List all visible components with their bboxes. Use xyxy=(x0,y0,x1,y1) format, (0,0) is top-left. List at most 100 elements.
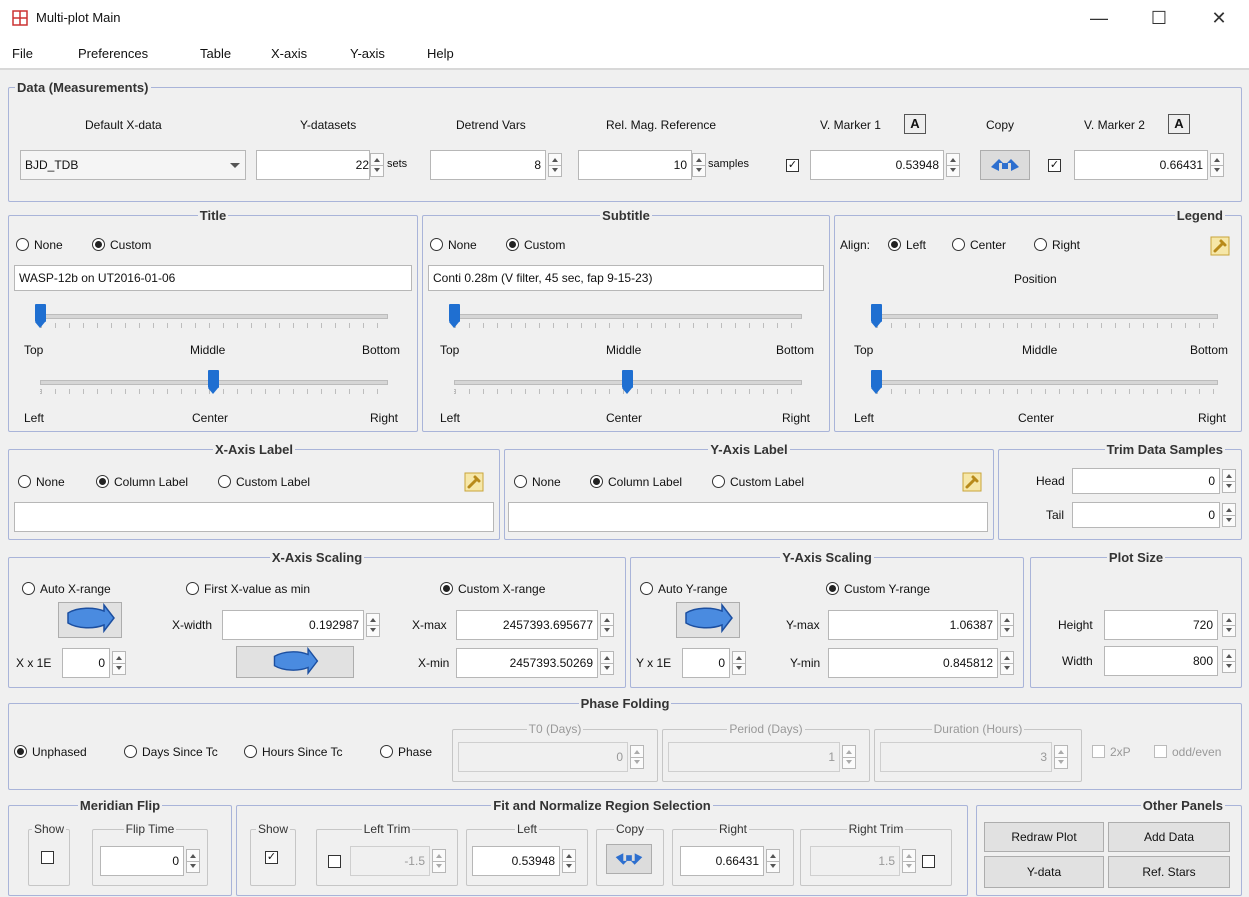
plot-height-spinner[interactable] xyxy=(1222,613,1236,637)
vmarker1-a-button[interactable]: A xyxy=(904,114,926,134)
y-datasets-field[interactable]: 22 xyxy=(256,150,370,180)
phase-phase-radio[interactable] xyxy=(380,745,393,758)
xaxis-first-radio[interactable] xyxy=(186,582,199,595)
vmarker1-checkbox[interactable]: ✓ xyxy=(786,159,799,172)
vmarker1-spinner[interactable] xyxy=(946,153,960,177)
vmarker2-field[interactable]: 0.66431 xyxy=(1074,150,1208,180)
meridian-fliptime-spinner[interactable] xyxy=(186,849,200,873)
phase-t0-field[interactable]: 0 xyxy=(458,742,628,772)
fit-show-checkbox[interactable]: ✓ xyxy=(265,851,278,864)
fit-righttrim-checkbox[interactable] xyxy=(922,855,935,868)
minimize-button[interactable]: — xyxy=(1076,4,1122,32)
plot-width-field[interactable]: 800 xyxy=(1104,646,1218,676)
xaxis-label-column-radio[interactable] xyxy=(96,475,109,488)
copy-markers-button[interactable] xyxy=(980,150,1030,180)
close-button[interactable]: ✕ xyxy=(1196,4,1242,32)
redraw-plot-button[interactable]: Redraw Plot xyxy=(984,822,1104,852)
phase-days-radio[interactable] xyxy=(124,745,137,758)
y-data-button[interactable]: Y-data xyxy=(984,856,1104,888)
trim-head-field[interactable]: 0 xyxy=(1072,468,1220,494)
phase-period-spinner[interactable] xyxy=(842,745,856,769)
phase-2xp-checkbox[interactable] xyxy=(1092,745,1105,758)
xaxis-xmin-field[interactable]: 2457393.50269 xyxy=(456,648,598,678)
meridian-show-checkbox[interactable] xyxy=(41,851,54,864)
plot-width-spinner[interactable] xyxy=(1222,649,1236,673)
phase-t0-spinner[interactable] xyxy=(630,745,644,769)
title-horizontal-slider-thumb[interactable] xyxy=(207,370,219,394)
xaxis-xwidth-spinner[interactable] xyxy=(366,613,380,637)
yaxis-auto-apply-button[interactable] xyxy=(676,602,740,638)
phase-hours-radio[interactable] xyxy=(244,745,257,758)
yaxis-ymin-spinner[interactable] xyxy=(1000,651,1014,675)
menu-preferences[interactable]: Preferences xyxy=(78,46,148,61)
vmarker2-spinner[interactable] xyxy=(1210,153,1224,177)
trim-head-spinner[interactable] xyxy=(1222,469,1236,493)
subtitle-custom-radio[interactable] xyxy=(506,238,519,251)
subtitle-vertical-slider-thumb[interactable] xyxy=(448,304,460,328)
vmarker2-checkbox[interactable]: ✓ xyxy=(1048,159,1061,172)
fit-copy-button[interactable] xyxy=(606,844,652,874)
legend-vertical-slider-thumb[interactable] xyxy=(870,304,882,328)
xaxis-label-none-radio[interactable] xyxy=(18,475,31,488)
detrend-field[interactable]: 8 xyxy=(430,150,546,180)
yaxis-yx1e-field[interactable]: 0 xyxy=(682,648,730,678)
phase-oddeven-checkbox[interactable] xyxy=(1154,745,1167,758)
title-none-radio[interactable] xyxy=(16,238,29,251)
xaxis-auto-apply-button[interactable] xyxy=(58,602,122,638)
fit-righttrim-field[interactable]: 1.5 xyxy=(810,846,900,876)
title-vertical-slider-thumb[interactable] xyxy=(34,304,46,328)
wrench-icon[interactable] xyxy=(1210,236,1230,256)
maximize-button[interactable]: ☐ xyxy=(1136,4,1182,32)
yaxis-ymin-field[interactable]: 0.845812 xyxy=(828,648,998,678)
y-datasets-spinner[interactable] xyxy=(370,153,384,177)
xaxis-xmax-field[interactable]: 2457393.695677 xyxy=(456,610,598,640)
detrend-spinner[interactable] xyxy=(548,153,562,177)
wrench-icon[interactable] xyxy=(464,472,484,492)
legend-horizontal-slider-thumb[interactable] xyxy=(870,370,882,394)
legend-align-right-radio[interactable] xyxy=(1034,238,1047,251)
yaxis-label-field[interactable] xyxy=(508,502,988,532)
xaxis-auto-radio[interactable] xyxy=(22,582,35,595)
xaxis-custom-radio[interactable] xyxy=(440,582,453,595)
vmarker2-a-button[interactable]: A xyxy=(1168,114,1190,134)
plot-height-field[interactable]: 720 xyxy=(1104,610,1218,640)
relmag-spinner[interactable] xyxy=(692,153,706,177)
trim-tail-field[interactable]: 0 xyxy=(1072,502,1220,528)
fit-lefttrim-field[interactable]: -1.5 xyxy=(350,846,430,876)
menu-y-axis[interactable]: Y-axis xyxy=(350,46,385,61)
legend-align-left-radio[interactable] xyxy=(888,238,901,251)
fit-left-spinner[interactable] xyxy=(562,849,576,873)
legend-align-center-radio[interactable] xyxy=(952,238,965,251)
phase-duration-spinner[interactable] xyxy=(1054,745,1068,769)
xaxis-label-custom-radio[interactable] xyxy=(218,475,231,488)
title-custom-radio[interactable] xyxy=(92,238,105,251)
xaxis-xmin-spinner[interactable] xyxy=(600,651,614,675)
relmag-field[interactable]: 10 xyxy=(578,150,692,180)
fit-lefttrim-spinner[interactable] xyxy=(432,849,446,873)
menu-table[interactable]: Table xyxy=(200,46,231,61)
yaxis-label-custom-radio[interactable] xyxy=(712,475,725,488)
xaxis-xmax-spinner[interactable] xyxy=(600,613,614,637)
fit-right-field[interactable]: 0.66431 xyxy=(680,846,764,876)
add-data-button[interactable]: Add Data xyxy=(1108,822,1230,852)
yaxis-auto-radio[interactable] xyxy=(640,582,653,595)
xaxis-label-field[interactable] xyxy=(14,502,494,532)
menu-x-axis[interactable]: X-axis xyxy=(271,46,307,61)
ref-stars-button[interactable]: Ref. Stars xyxy=(1108,856,1230,888)
fit-righttrim-spinner[interactable] xyxy=(902,849,916,873)
xaxis-xx1e-spinner[interactable] xyxy=(112,651,126,675)
title-text-field[interactable]: WASP-12b on UT2016-01-06 xyxy=(14,265,412,291)
phase-duration-field[interactable]: 3 xyxy=(880,742,1052,772)
xaxis-xwidth-field[interactable]: 0.192987 xyxy=(222,610,364,640)
fit-lefttrim-checkbox[interactable] xyxy=(328,855,341,868)
yaxis-yx1e-spinner[interactable] xyxy=(732,651,746,675)
fit-left-field[interactable]: 0.53948 xyxy=(472,846,560,876)
meridian-fliptime-field[interactable]: 0 xyxy=(100,846,184,876)
wrench-icon[interactable] xyxy=(962,472,982,492)
xaxis-xwidth-apply-button[interactable] xyxy=(236,646,354,678)
menu-help[interactable]: Help xyxy=(427,46,454,61)
yaxis-ymax-field[interactable]: 1.06387 xyxy=(828,610,998,640)
fit-right-spinner[interactable] xyxy=(766,849,780,873)
subtitle-text-field[interactable]: Conti 0.28m (V filter, 45 sec, fap 9-15-… xyxy=(428,265,824,291)
default-x-select[interactable]: BJD_TDB xyxy=(20,150,246,180)
